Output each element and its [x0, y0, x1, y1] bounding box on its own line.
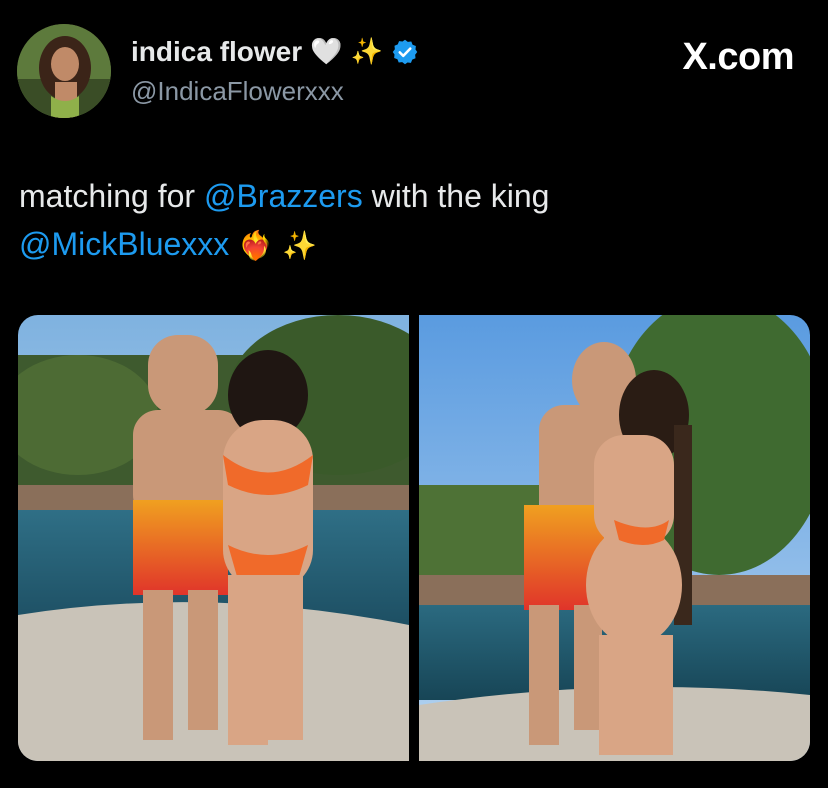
photo-1-image [18, 315, 409, 761]
tweet-card[interactable]: indica flower 🤍 ✨ @IndicaFlowerxxx X.com… [0, 0, 828, 788]
author-name-row: indica flower 🤍 ✨ [131, 34, 419, 70]
mention-brazzers[interactable]: @Brazzers [204, 178, 363, 214]
tweet-text: matching for @Brazzers with the king @Mi… [19, 172, 809, 268]
display-name[interactable]: indica flower [131, 36, 302, 68]
heart-on-fire-emoji: ❤️‍🔥 [238, 229, 274, 262]
tweet-text-segment: with the king [362, 178, 550, 214]
sparkles-emoji: ✨ [350, 37, 383, 67]
tweet-text-segment: matching for [19, 178, 204, 214]
verified-badge-icon[interactable] [391, 38, 419, 66]
photo-2[interactable] [419, 315, 810, 761]
x-brand-watermark: X.com [682, 36, 794, 78]
avatar-image [17, 24, 111, 118]
avatar[interactable] [17, 24, 111, 118]
sparkles-emoji: ✨ [281, 229, 317, 262]
author-handle[interactable]: @IndicaFlowerxxx [131, 76, 344, 107]
media-grid [18, 315, 810, 761]
photo-2-image [419, 315, 810, 761]
photo-1[interactable] [18, 315, 409, 761]
white-heart-emoji: 🤍 [310, 37, 343, 67]
mention-mickbluexxx[interactable]: @MickBluexxx [19, 226, 229, 262]
